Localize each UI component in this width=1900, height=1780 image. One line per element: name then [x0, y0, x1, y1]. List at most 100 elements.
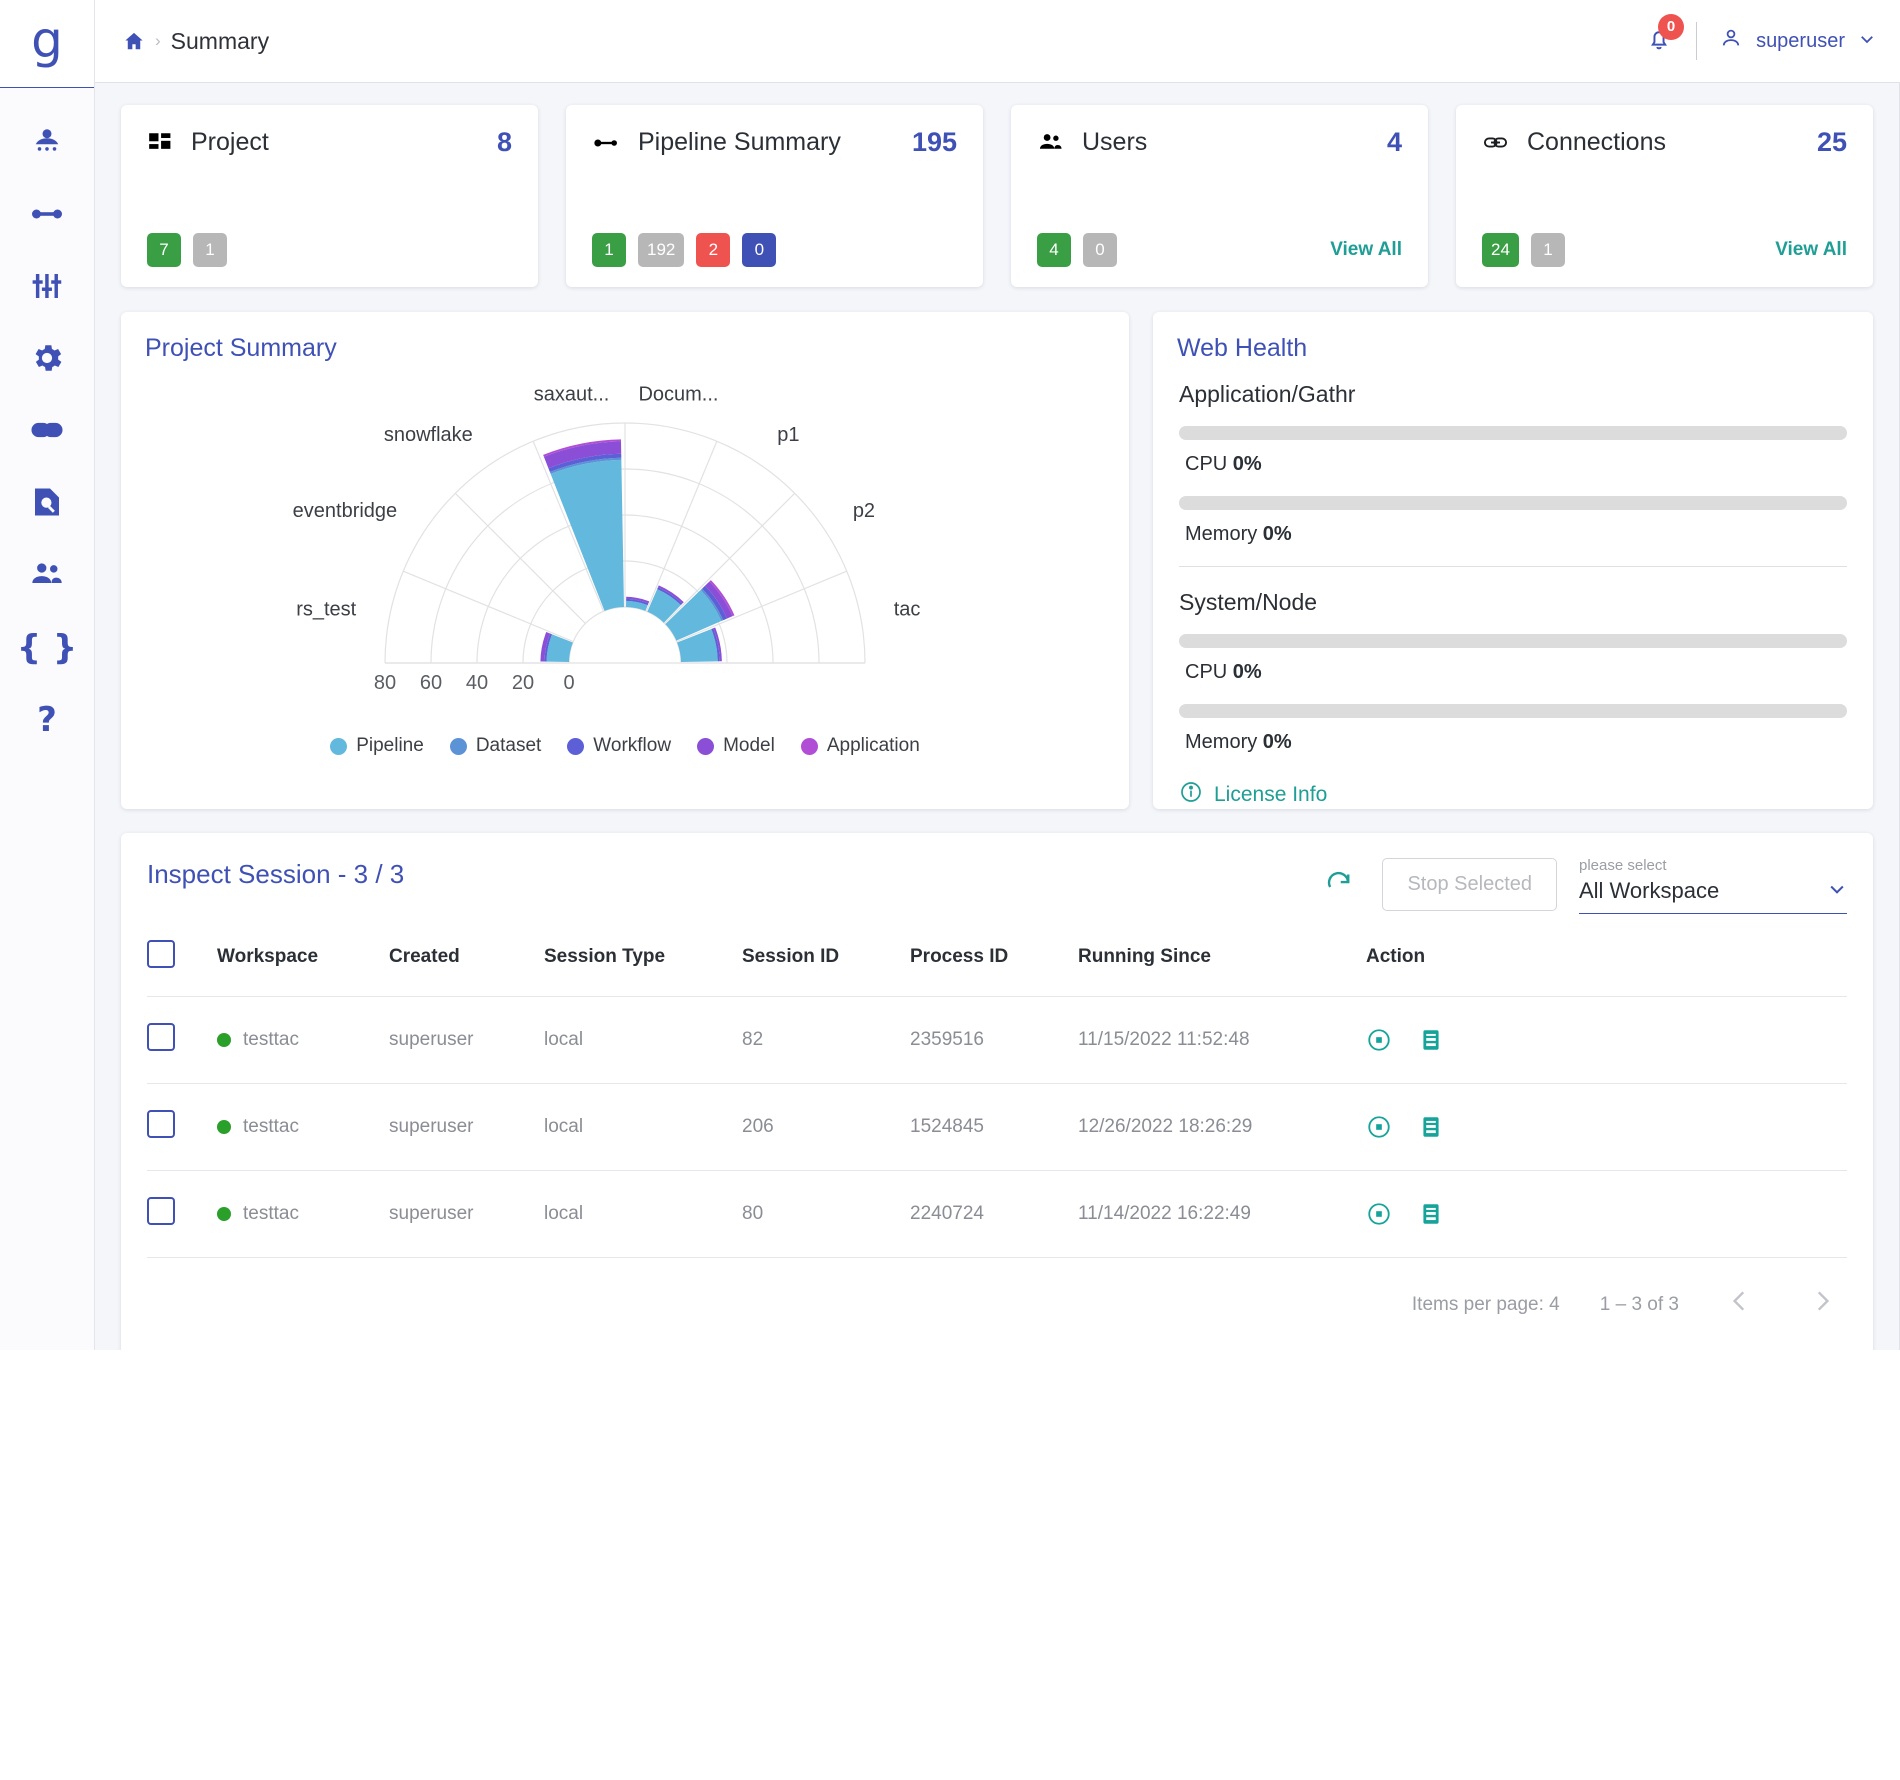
topbar: › Summary 0 superuser	[95, 0, 1900, 83]
polar-radial-tick: 20	[512, 672, 534, 694]
sidebar-item-pipeline[interactable]	[0, 180, 95, 252]
license-info-label: License Info	[1214, 783, 1328, 806]
sidebar-item-settings[interactable]	[0, 324, 95, 396]
notifications-button[interactable]: 0	[1646, 13, 1690, 57]
select-placeholder: please select	[1579, 857, 1667, 874]
cell-session-type: local	[544, 996, 742, 1084]
pagination: Items per page: 4 1 – 3 of 3	[147, 1258, 1847, 1322]
chip-grey[interactable]: 0	[1083, 233, 1117, 267]
polar-category-label: saxaut...	[534, 383, 610, 405]
memory-label-text: Memory	[1185, 523, 1258, 545]
cpu-value: 0%	[1232, 661, 1262, 683]
polar-category-label: Docum...	[638, 383, 718, 405]
health-group-application: Application/Gathr CPU 0% Memory 0%	[1179, 381, 1847, 546]
cpu-label: CPU 0%	[1185, 661, 1847, 684]
sidebar-item-workspace[interactable]	[0, 108, 95, 180]
cell-running-since: 12/26/2022 18:26:29	[1078, 1083, 1366, 1171]
cell-created: superuser	[389, 996, 544, 1084]
sidebar-item-code[interactable]: { }	[0, 612, 95, 684]
stop-session-icon[interactable]	[1366, 1201, 1392, 1227]
table-head: Workspace Created Session Type Session I…	[147, 940, 1847, 997]
card-connections[interactable]: Connections 25 24 1 View All	[1456, 105, 1873, 287]
chip-red[interactable]: 2	[696, 233, 731, 267]
workspace-select[interactable]: please select All Workspace	[1579, 855, 1847, 914]
page-content: Project 8 7 1 Pipeline Summary 195 1 192…	[95, 83, 1900, 1350]
view-all-link[interactable]: View All	[1775, 239, 1847, 261]
sidebar-item-help[interactable]: ?	[0, 684, 95, 756]
panel-title: Project Summary	[145, 334, 337, 362]
card-pipeline-summary[interactable]: Pipeline Summary 195 1 192 2 0	[566, 105, 983, 287]
chip-green[interactable]: 4	[1037, 233, 1071, 267]
brand-logo[interactable]: g	[0, 0, 94, 88]
chip-green[interactable]: 7	[147, 233, 181, 267]
topbar-right: 0 superuser	[1646, 13, 1876, 60]
workspace-name: testtac	[243, 1203, 299, 1224]
stop-selected-button[interactable]: Stop Selected	[1382, 858, 1557, 911]
refresh-icon[interactable]	[1318, 864, 1360, 906]
polar-category-label: p1	[777, 424, 799, 446]
dashboard-icon	[147, 130, 173, 156]
card-project[interactable]: Project 8 7 1	[121, 105, 538, 287]
session-controls: Stop Selected please select All Workspac…	[1318, 855, 1847, 914]
view-logs-icon[interactable]	[1418, 1027, 1444, 1053]
cell-created: superuser	[389, 1170, 544, 1258]
polar-radial-tick: 40	[466, 672, 488, 694]
sessions-table: Workspace Created Session Type Session I…	[147, 940, 1847, 1258]
cell-session-id: 82	[742, 996, 910, 1084]
view-logs-icon[interactable]	[1418, 1201, 1444, 1227]
app-root: g {} ? › Summary 0 superuser Project 8 …	[0, 0, 1900, 1350]
health-group-title: System/Node	[1179, 589, 1318, 615]
chip-green[interactable]: 24	[1482, 233, 1519, 267]
sidebar-item-inspect[interactable]	[0, 468, 95, 540]
sidebar-item-tuning[interactable]	[0, 252, 95, 324]
select-all-checkbox[interactable]	[147, 940, 175, 968]
cell-process-id: 1524845	[910, 1083, 1078, 1171]
breadcrumb-separator: ›	[155, 31, 161, 50]
chip-grey[interactable]: 1	[193, 233, 227, 267]
gear-icon	[29, 340, 65, 381]
col-created: Created	[389, 940, 544, 997]
cell-process-id: 2359516	[910, 996, 1078, 1084]
view-all-link[interactable]: View All	[1330, 239, 1402, 261]
panel-web-health: Web Health Application/Gathr CPU 0% Memo…	[1153, 312, 1873, 809]
memory-progress-bar	[1179, 496, 1847, 510]
col-running-since: Running Since	[1078, 940, 1366, 997]
license-info-link[interactable]: License Info	[1179, 780, 1847, 810]
polar-chart[interactable]: tac p2 p1 Docum... saxaut... snowflake eventbr…	[121, 363, 1129, 743]
card-users[interactable]: Users 4 4 0 View All	[1011, 105, 1428, 287]
help-icon: ?	[37, 700, 57, 740]
polar-category-label: eventbridge	[293, 500, 398, 522]
cell-session-id: 80	[742, 1170, 910, 1258]
sidebar-item-users[interactable]	[0, 540, 95, 612]
card-title: Project	[191, 128, 269, 156]
view-logs-icon[interactable]	[1418, 1114, 1444, 1140]
row-checkbox[interactable]	[147, 1197, 175, 1225]
chip-grey[interactable]: 192	[638, 233, 685, 267]
cell-session-type: local	[544, 1170, 742, 1258]
sidebar-item-connections[interactable]	[0, 396, 95, 468]
card-count: 8	[496, 127, 512, 157]
users-icon	[1037, 129, 1064, 156]
chip-grey[interactable]: 1	[1530, 233, 1565, 267]
row-checkbox[interactable]	[147, 1023, 175, 1051]
status-dot	[217, 1120, 231, 1134]
card-count: 195	[911, 127, 957, 157]
prev-page-button[interactable]	[1719, 1288, 1761, 1322]
stop-session-icon[interactable]	[1366, 1114, 1392, 1140]
chip-green[interactable]: 1	[592, 233, 626, 267]
table-header-row: Workspace Created Session Type Session I…	[147, 940, 1847, 997]
next-page-button[interactable]	[1801, 1288, 1843, 1322]
home-icon[interactable]	[123, 30, 145, 52]
user-menu[interactable]: superuser	[1719, 26, 1876, 56]
table-row[interactable]: testtac superuser local 80 2240724 11/14…	[147, 1170, 1847, 1258]
row-checkbox[interactable]	[147, 1110, 175, 1138]
workspace-name: testtac	[243, 1116, 299, 1137]
chip-blue[interactable]: 0	[742, 233, 777, 267]
stop-session-icon[interactable]	[1366, 1027, 1392, 1053]
info-icon	[1179, 780, 1203, 810]
cpu-label: CPU 0%	[1185, 453, 1847, 476]
table-row[interactable]: testtac superuser local 82 2359516 11/15…	[147, 996, 1847, 1084]
select-all-header	[147, 940, 217, 997]
table-row[interactable]: testtac superuser local 206 1524845 12/2…	[147, 1083, 1847, 1171]
cell-session-type: local	[544, 1083, 742, 1171]
